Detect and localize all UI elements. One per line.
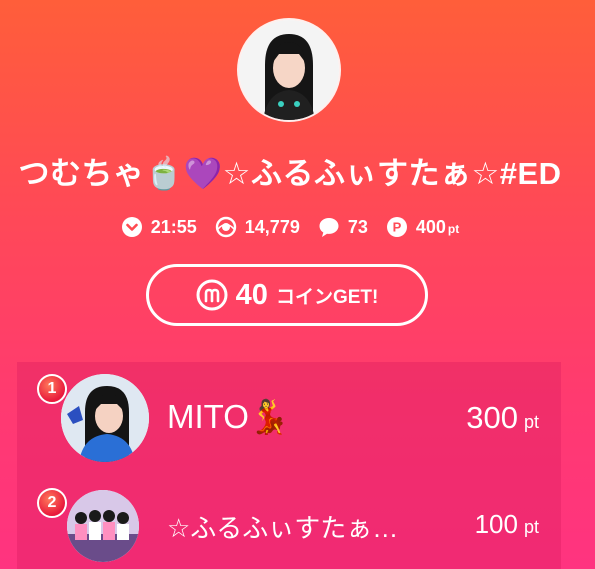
coin-m-icon xyxy=(196,279,228,311)
comment-bubble-icon xyxy=(319,218,339,237)
coin-get-button[interactable]: 40 コインGET! xyxy=(146,264,428,326)
ranking-avatar xyxy=(61,374,149,462)
stats-row: 21:55 14,779 73 P 400 pt xyxy=(0,216,580,238)
duration-stat: 21:55 xyxy=(121,216,197,238)
points-p-icon: P xyxy=(386,217,407,237)
viewers-value: 14,779 xyxy=(244,216,300,237)
points-value: 400 xyxy=(415,216,446,237)
ranking-points-unit: pt xyxy=(523,517,539,537)
coin-amount: 40 xyxy=(235,278,268,311)
ranking-points-unit: pt xyxy=(523,412,539,432)
coin-label: コインGET! xyxy=(275,286,379,308)
rank-badge: 1 xyxy=(37,374,67,404)
ranking-list: 1 MITO💃 300 pt 2 ☆ふるふぃすたぁ… 100 pt xyxy=(17,362,561,569)
comments-value: 73 xyxy=(347,216,368,237)
points-stat: P 400 pt xyxy=(386,216,459,238)
rank-badge: 2 xyxy=(37,488,67,518)
svg-text:P: P xyxy=(393,220,402,235)
ranking-avatar xyxy=(67,490,139,562)
ranking-points: 100 pt xyxy=(475,509,539,540)
broadcast-title: つむちゃ🍵💜☆ふるふぃすたぁ☆#ED xyxy=(18,156,562,191)
viewers-icon xyxy=(215,216,236,238)
ranking-name: MITO💃 xyxy=(167,398,290,435)
ranking-points-value: 100 xyxy=(474,509,518,539)
ranking-avatar-image xyxy=(61,374,149,462)
ranking-name: ☆ふるふぃすたぁ… xyxy=(167,513,399,543)
ranking-points-value: 300 xyxy=(466,400,518,435)
comments-stat: 73 xyxy=(318,216,368,238)
ranking-avatar-image xyxy=(67,490,139,562)
broadcaster-avatar[interactable] xyxy=(239,20,339,120)
ranking-points: 300 pt xyxy=(466,400,539,436)
viewers-stat: 14,779 xyxy=(215,216,300,238)
ranking-row[interactable]: 1 MITO💃 300 pt xyxy=(17,362,561,480)
avatar-image xyxy=(239,20,339,120)
duration-value: 21:55 xyxy=(150,216,197,237)
points-unit: pt xyxy=(447,221,460,236)
chevron-down-circle-icon xyxy=(121,217,142,237)
ranking-row[interactable]: 2 ☆ふるふぃすたぁ… 100 pt xyxy=(17,480,561,569)
